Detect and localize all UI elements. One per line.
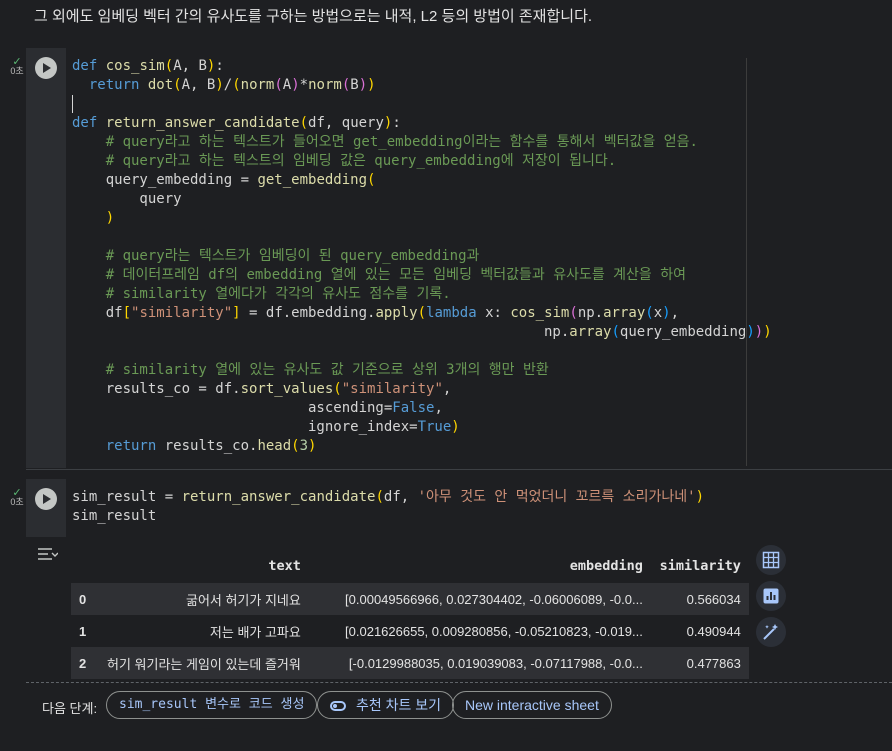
next-steps-label: 다음 단계: [42,701,98,716]
cell-similarity: 0.566034 [650,583,749,615]
cell-embedding: [-0.0129988035, 0.019039083, -0.07117988… [308,647,651,679]
code-line: sim_result [72,508,157,524]
code-line: results_co = df.sort_values("similarity"… [72,381,452,397]
code-line: # query라는 텍스트가 임베딩이 된 query_embedding과 [105,248,480,264]
output-actions-icon[interactable] [36,546,59,562]
recommended-charts-chip[interactable]: 추천 차트 보기 [317,691,455,719]
table-header-row: text embedding similarity [71,548,749,583]
dataframe-table: text embedding similarity 0 굶어서 허기가 지네요 … [71,548,749,679]
bar-chart-icon [763,588,779,604]
cell-status: ✓ 0초 [6,57,28,76]
convert-table-button[interactable] [756,545,786,575]
code-line: ) [105,210,115,226]
table-row: 0 굶어서 허기가 지네요 [0.00049566966, 0.02730440… [71,583,749,615]
next-steps-bar: 다음 단계: sim_result 변수로 코드 생성 추천 차트 보기 New… [26,682,892,732]
exec-time: 0초 [10,66,24,76]
header-embedding: embedding [569,557,643,574]
cell-embedding: [0.021626655, 0.009280856, -0.05210823, … [345,623,643,639]
code-line: # query라고 하는 텍스트의 임베딩 값은 query_embedding… [105,153,617,169]
magic-wand-icon [763,624,778,640]
code-cell-1[interactable]: ✓ 0초 def cos_sim(A, B): return dot(A, B)… [0,48,892,468]
cell-text: 굶어서 허기가 지네요 [99,583,309,615]
code-line: return dot(A, B)/(norm(A)*norm(B)) [88,77,376,93]
run-button[interactable] [35,488,57,510]
generate-code-chip[interactable]: sim_result 변수로 코드 생성 [106,691,318,719]
code-line: def return_answer_candidate(df, query): [72,115,401,131]
code-line: np.array(query_embedding))) [72,324,772,340]
markdown-text: 그 외에도 임베딩 벡터 간의 유사도를 구하는 방법으로는 내적, L2 등의… [34,8,593,25]
code-cell-2[interactable]: ✓ 0초 sim_result = return_answer_candidat… [0,479,892,537]
code-line: return results_co.head(3) [105,438,317,454]
toggle-icon [330,701,346,711]
code-editor[interactable]: sim_result = return_answer_candidate(df,… [66,479,892,537]
ruler-line [746,58,747,466]
row-index: 2 [71,647,99,679]
table-row: 1 저는 배가 고파요 [0.021626655, 0.009280856, -… [71,615,749,647]
code-line: def cos_sim(A, B): [72,58,224,74]
row-index: 1 [79,623,87,639]
suggest-charts-button[interactable] [756,581,786,611]
cell-gutter [26,48,66,468]
header-text: text [268,557,301,574]
code-line: # similarity 열에다가 각각의 유사도 점수를 기록. [105,286,451,302]
cell-text: 허기 워기라는 게임이 있는데 즐거워 [99,647,309,679]
header-index [71,548,99,583]
code-line: df["similarity"] = df.embedding.apply(la… [72,305,680,321]
code-line: sim_result = return_answer_candidate(df,… [72,489,705,505]
cell-divider [26,469,892,470]
row-index: 0 [71,583,99,615]
code-line: ignore_index=True) [72,419,460,435]
cell-gutter [26,479,66,537]
cell-embedding: [0.00049566966, 0.027304402, -0.06006089… [308,583,651,615]
generate-code-button[interactable] [756,617,786,647]
cell-similarity: 0.477863 [650,647,749,679]
table-icon [762,551,780,569]
code-line: # similarity 열에 있는 유사도 값 기준으로 상위 3개의 행만 … [105,362,549,378]
header-similarity: similarity [659,557,741,574]
cell-similarity: 0.490944 [686,623,741,639]
code-editor[interactable]: def cos_sim(A, B): return dot(A, B)/(nor… [66,48,892,468]
table-row: 2 허기 워기라는 게임이 있는데 즐거워 [-0.0129988035, 0.… [71,647,749,679]
cell-text: 저는 배가 고파요 [209,624,301,640]
text-cursor [72,95,73,113]
exec-time: 0초 [10,497,24,507]
run-button[interactable] [35,57,57,79]
recommended-charts-label: 추천 차트 보기 [356,697,442,713]
code-line: query [72,191,182,207]
code-line: ascending=False, [72,400,443,416]
new-interactive-sheet-chip[interactable]: New interactive sheet [452,691,612,719]
code-line: # 데이터프레임 df의 embedding 열에 있는 모든 임베딩 벡터값들… [105,267,686,283]
code-line: # query라고 하는 텍스트가 들어오면 get_embedding이라는 … [105,134,698,150]
code-line: query_embedding = get_embedding( [72,172,376,188]
cell-status: ✓ 0초 [6,488,28,507]
